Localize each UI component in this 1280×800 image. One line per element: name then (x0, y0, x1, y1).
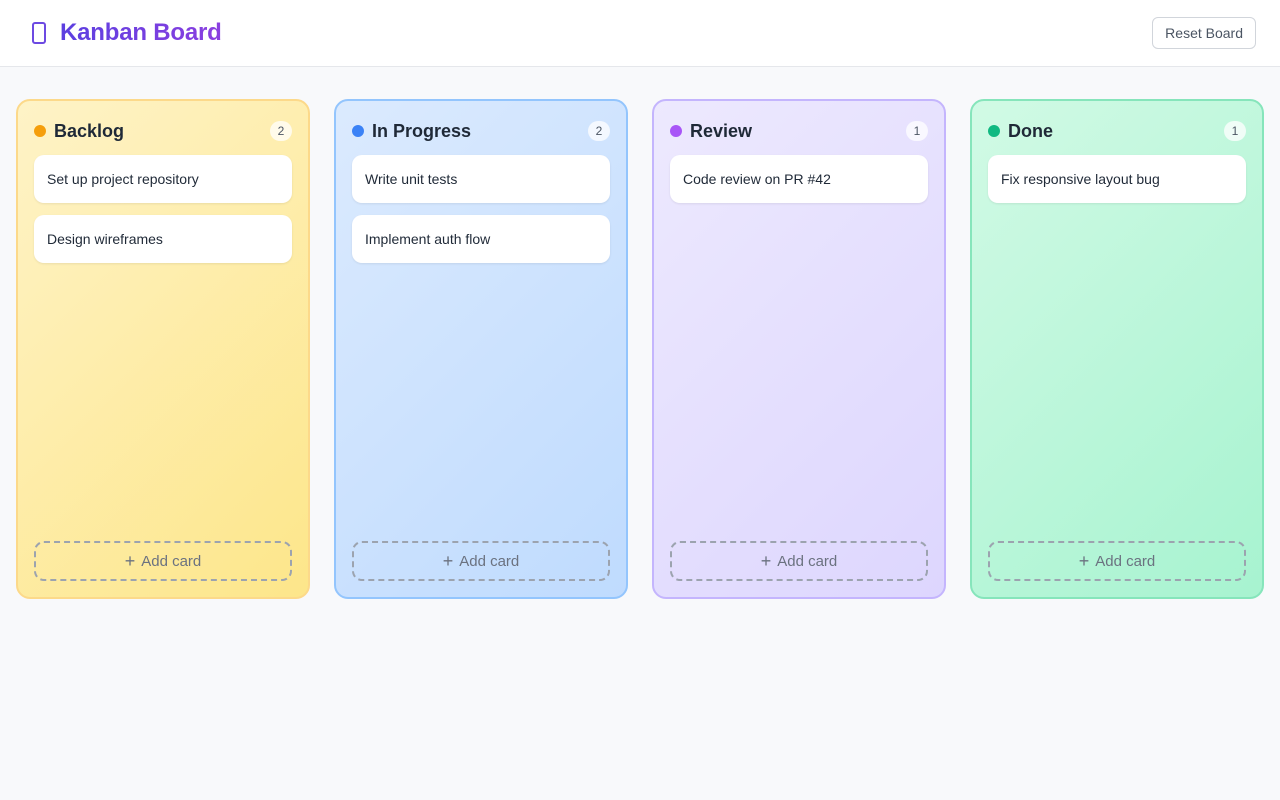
add-card-button[interactable]: + Add card (670, 541, 928, 581)
card-count-badge: 2 (270, 121, 292, 141)
board: Backlog 2 Set up project repository Desi… (0, 67, 1280, 599)
column-title: Review (690, 120, 753, 141)
column-title: Done (1008, 120, 1053, 141)
app-header: Kanban Board Reset Board (0, 0, 1280, 67)
add-card-button[interactable]: + Add card (988, 541, 1246, 581)
column-in-progress: In Progress 2 Write unit tests Implement… (334, 99, 628, 599)
add-card-label: Add card (777, 552, 838, 570)
column-backlog: Backlog 2 Set up project repository Desi… (16, 99, 310, 599)
task-card[interactable]: Design wireframes (34, 215, 292, 263)
column-header: In Progress 2 (352, 119, 610, 143)
column-done: Done 1 Fix responsive layout bug + Add c… (970, 99, 1264, 599)
card-count-badge: 2 (588, 121, 610, 141)
card-list: Write unit tests Implement auth flow (352, 155, 610, 541)
status-dot-icon (670, 125, 682, 137)
status-dot-icon (988, 125, 1000, 137)
add-card-button[interactable]: + Add card (352, 541, 610, 581)
task-card[interactable]: Implement auth flow (352, 215, 610, 263)
plus-icon: + (760, 551, 772, 571)
column-header: Review 1 (670, 119, 928, 143)
plus-icon: + (1078, 551, 1090, 571)
add-card-button[interactable]: + Add card (34, 541, 292, 581)
column-review: Review 1 Code review on PR #42 + Add car… (652, 99, 946, 599)
card-list: Set up project repository Design wirefra… (34, 155, 292, 541)
add-card-label: Add card (1095, 552, 1156, 570)
task-card[interactable]: Code review on PR #42 (670, 155, 928, 203)
plus-icon: + (124, 551, 136, 571)
card-count-badge: 1 (906, 121, 928, 141)
task-card[interactable]: Fix responsive layout bug (988, 155, 1246, 203)
card-list: Code review on PR #42 (670, 155, 928, 541)
reset-board-button[interactable]: Reset Board (1152, 17, 1256, 49)
status-dot-icon (352, 125, 364, 137)
add-card-label: Add card (459, 552, 520, 570)
add-card-label: Add card (141, 552, 202, 570)
status-dot-icon (34, 125, 46, 137)
phone-icon (32, 22, 46, 44)
brand: Kanban Board (32, 19, 222, 47)
column-title: In Progress (372, 120, 472, 141)
plus-icon: + (442, 551, 454, 571)
card-count-badge: 1 (1224, 121, 1246, 141)
app-title: Kanban Board (60, 19, 222, 46)
column-title: Backlog (54, 120, 125, 141)
task-card[interactable]: Set up project repository (34, 155, 292, 203)
task-card[interactable]: Write unit tests (352, 155, 610, 203)
column-header: Done 1 (988, 119, 1246, 143)
column-header: Backlog 2 (34, 119, 292, 143)
card-list: Fix responsive layout bug (988, 155, 1246, 541)
